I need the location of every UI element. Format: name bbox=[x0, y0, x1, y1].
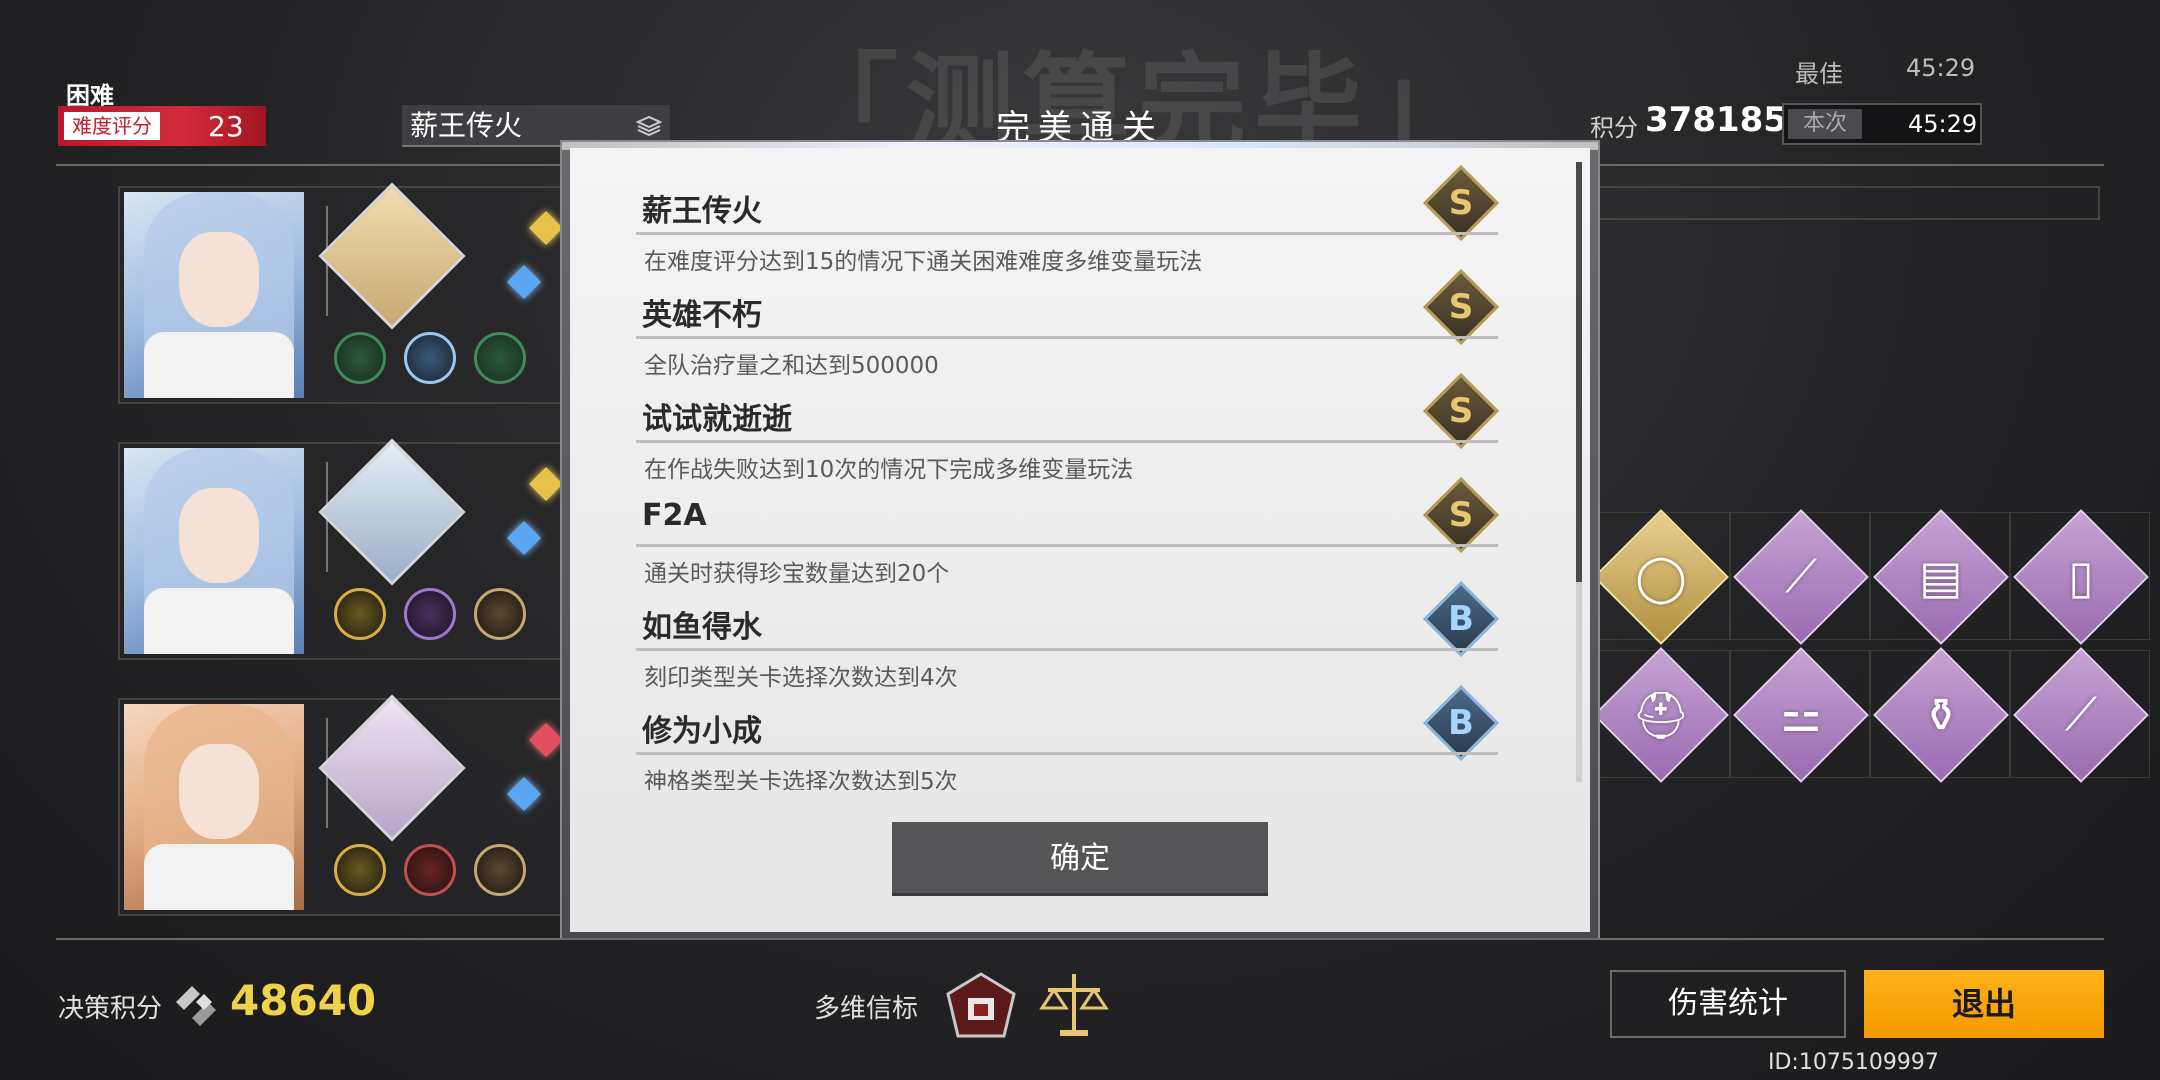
best-label: 最佳 bbox=[1795, 60, 1843, 88]
item-slot[interactable]: ⚱ bbox=[1870, 647, 2010, 783]
emblem-icon bbox=[474, 844, 526, 896]
achievement-item: F2A S 通关时获得珍宝数量达到20个 bbox=[636, 468, 1500, 587]
achievement-desc: 神格类型关卡选择次数达到5次 bbox=[644, 769, 958, 790]
this-run-tag: 本次 bbox=[1788, 109, 1862, 139]
emblem-icon bbox=[404, 588, 456, 640]
dumbbell-icon: ⚍ bbox=[1780, 688, 1822, 742]
gem-icon bbox=[529, 467, 563, 501]
emblem-icon bbox=[474, 332, 526, 384]
this-run-value: 45:29 bbox=[1908, 110, 1978, 138]
layers-icon bbox=[636, 115, 662, 137]
rank-letter: B bbox=[1448, 703, 1474, 743]
divider bbox=[636, 544, 1498, 547]
item-slot[interactable]: ⚍ bbox=[1730, 647, 1870, 783]
achievement-title: 薪王传火 bbox=[642, 194, 762, 229]
scale-icon[interactable] bbox=[1036, 968, 1112, 1040]
emblem-icon bbox=[334, 588, 386, 640]
character-panel[interactable] bbox=[118, 182, 568, 404]
item-slot[interactable]: ⟋ bbox=[1730, 509, 1870, 645]
difficulty-rating: 难度评分 23 bbox=[58, 106, 266, 146]
character-panel[interactable] bbox=[118, 438, 568, 660]
scrollbar-thumb[interactable] bbox=[1576, 162, 1582, 582]
achievement-item: 薪王传火 S 在难度评分达到15的情况下通关困难难度多维变量玩法 bbox=[636, 156, 1500, 275]
item-slot[interactable]: ▯ bbox=[2010, 509, 2150, 645]
character-portrait bbox=[124, 192, 304, 398]
decision-points-icon bbox=[176, 986, 216, 1026]
achievement-title: F2A bbox=[642, 498, 707, 533]
achievement-dialog: 薪王传火 S 在难度评分达到15的情况下通关困难难度多维变量玩法 英雄不朽 S … bbox=[570, 148, 1590, 932]
divider bbox=[636, 336, 1498, 339]
item-slot[interactable]: ⟋ bbox=[2010, 647, 2150, 783]
film-roll-icon: ▤ bbox=[1919, 550, 1963, 604]
emblem-icon bbox=[334, 332, 386, 384]
support-portrait bbox=[318, 694, 466, 842]
decision-points-value: 48640 bbox=[230, 976, 377, 1025]
rank-letter: S bbox=[1448, 183, 1474, 223]
damage-stats-button[interactable]: 伤害统计 bbox=[1610, 970, 1846, 1038]
best-time: 45:29 bbox=[1906, 54, 1976, 82]
achievement-list[interactable]: 薪王传火 S 在难度评分达到15的情况下通关困难难度多维变量玩法 英雄不朽 S … bbox=[570, 148, 1590, 790]
divider bbox=[636, 232, 1498, 235]
rank-letter: S bbox=[1448, 287, 1474, 327]
gem-icon bbox=[507, 777, 541, 811]
frying-pan-icon: ◯ bbox=[1635, 550, 1687, 604]
sigil-label: 多维信标 bbox=[814, 994, 919, 1024]
user-id: ID:1075109997 bbox=[1768, 1050, 1939, 1075]
difficulty-rating-value: 23 bbox=[208, 110, 244, 143]
confirm-button[interactable]: 确定 bbox=[892, 822, 1268, 896]
sigil-badge-icon[interactable] bbox=[944, 970, 1018, 1040]
rank-letter: B bbox=[1448, 599, 1474, 639]
emblem-icon bbox=[334, 844, 386, 896]
rank-letter: S bbox=[1448, 495, 1474, 535]
support-portrait bbox=[318, 438, 466, 586]
exit-button[interactable]: 退出 bbox=[1864, 970, 2104, 1038]
achievement-item: 如鱼得水 B 刻印类型关卡选择次数达到4次 bbox=[636, 572, 1500, 691]
emblem-icon bbox=[404, 844, 456, 896]
divider bbox=[636, 752, 1498, 755]
character-panel[interactable] bbox=[118, 694, 568, 916]
item-bar bbox=[1560, 186, 2100, 220]
footer-divider bbox=[56, 938, 2104, 940]
rank-letter: S bbox=[1448, 391, 1474, 431]
this-run-time: 本次 45:29 bbox=[1782, 103, 1982, 145]
item-slot[interactable]: ◯ bbox=[1590, 509, 1730, 645]
achievement-item: 英雄不朽 S 全队治疗量之和达到500000 bbox=[636, 260, 1500, 379]
gem-icon bbox=[507, 265, 541, 299]
divider bbox=[636, 440, 1498, 443]
achievement-item: 试试就逝逝 S 在作战失败达到10次的情况下完成多维变量玩法 bbox=[636, 364, 1500, 483]
achievement-title: 英雄不朽 bbox=[642, 298, 762, 333]
decision-points-label: 决策积分 bbox=[58, 994, 163, 1024]
score-value: 378185 bbox=[1645, 100, 1787, 140]
character-portrait bbox=[124, 448, 304, 654]
divider bbox=[636, 648, 1498, 651]
mode-selector-label: 薪王传火 bbox=[410, 109, 523, 142]
item-slot[interactable]: ▤ bbox=[1870, 509, 2010, 645]
achievement-title: 修为小成 bbox=[642, 714, 762, 749]
lipstick-icon: ⟋ bbox=[2064, 687, 2098, 741]
achievement-item: 修为小成 B 神格类型关卡选择次数达到5次 bbox=[636, 676, 1500, 790]
gem-icon bbox=[529, 211, 563, 245]
support-portrait bbox=[318, 182, 466, 330]
achievement-title: 如鱼得水 bbox=[642, 610, 762, 645]
baguette-icon: ⟋ bbox=[1784, 549, 1818, 603]
emblem-icon bbox=[474, 588, 526, 640]
gem-icon bbox=[507, 521, 541, 555]
achievement-title: 试试就逝逝 bbox=[642, 402, 792, 437]
helmet-icon: ⛑ bbox=[1631, 687, 1691, 742]
perfume-icon: ⚱ bbox=[1921, 688, 1961, 742]
card-icon: ▯ bbox=[2068, 550, 2094, 604]
character-portrait bbox=[124, 704, 304, 910]
difficulty-rating-tag: 难度评分 bbox=[64, 112, 160, 140]
score-label: 积分 bbox=[1590, 114, 1638, 142]
item-slot[interactable]: ⛑ bbox=[1590, 647, 1730, 783]
emblem-icon bbox=[404, 332, 456, 384]
gem-icon bbox=[529, 723, 563, 757]
